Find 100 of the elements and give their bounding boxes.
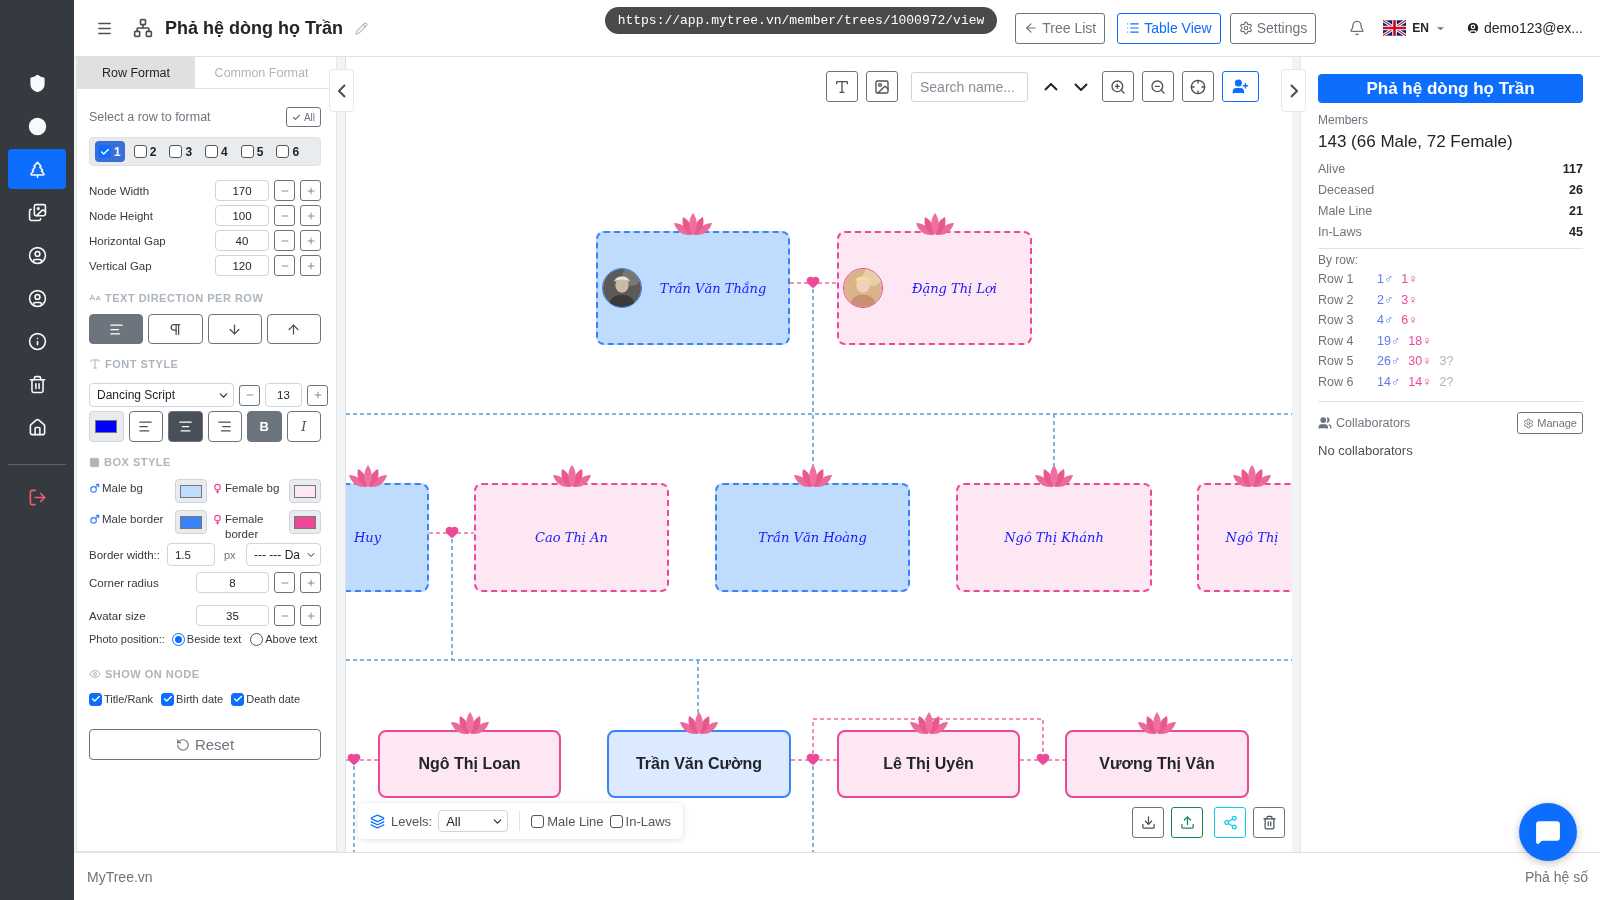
number-field[interactable]: 1.5 bbox=[166, 543, 215, 566]
decrease-button[interactable] bbox=[274, 605, 295, 626]
increase-button[interactable] bbox=[307, 384, 328, 406]
number-field[interactable]: 8 bbox=[196, 572, 269, 593]
view-button[interactable]: Table View bbox=[1117, 12, 1221, 44]
person-card[interactable]: Lê Thị Uyên bbox=[837, 730, 1020, 798]
text-button[interactable] bbox=[826, 71, 858, 102]
checkbox[interactable] bbox=[231, 692, 245, 706]
person-card[interactable]: Trần Văn Cường bbox=[607, 730, 791, 798]
person-card[interactable]: Trần Văn Thắng bbox=[596, 231, 790, 345]
align-button[interactable] bbox=[128, 411, 163, 442]
levels-label: Levels: bbox=[391, 813, 433, 829]
checkbox[interactable] bbox=[240, 145, 254, 158]
checkbox[interactable] bbox=[98, 145, 111, 158]
row-option[interactable]: 2 bbox=[130, 141, 161, 162]
next-button[interactable] bbox=[1074, 82, 1088, 91]
person-card[interactable]: Vương Thị Vân bbox=[1065, 730, 1249, 798]
border-style-select[interactable]: --- --- Da bbox=[246, 543, 321, 566]
checkbox[interactable] bbox=[531, 814, 545, 828]
person-card[interactable]: Ngô Thị Loan bbox=[378, 730, 561, 798]
radio-button[interactable] bbox=[250, 632, 264, 646]
decrease-button[interactable] bbox=[274, 572, 295, 593]
align-button[interactable] bbox=[207, 411, 242, 442]
lotus-icon bbox=[671, 211, 715, 237]
delete-button[interactable] bbox=[1253, 807, 1285, 838]
checkbox[interactable] bbox=[89, 692, 102, 706]
number-field[interactable]: 120 bbox=[215, 255, 269, 276]
person-card[interactable]: Đặng Thị Lợi bbox=[837, 231, 1032, 345]
increase-button[interactable] bbox=[300, 180, 321, 201]
person-card[interactable]: Cao Thị An bbox=[474, 483, 669, 592]
increase-button[interactable] bbox=[300, 572, 321, 593]
bell-icon[interactable] bbox=[1349, 20, 1366, 36]
search-field[interactable]: Search name... bbox=[911, 71, 1028, 102]
center-button[interactable] bbox=[1182, 71, 1214, 102]
download-button[interactable] bbox=[1132, 807, 1164, 838]
align-button[interactable] bbox=[168, 411, 203, 442]
row-option[interactable]: 5 bbox=[237, 141, 268, 162]
expand-button[interactable] bbox=[1281, 69, 1306, 112]
field-label: Horizontal Gap bbox=[89, 234, 167, 247]
text-direction-button[interactable] bbox=[207, 314, 262, 344]
zoom-in-button[interactable] bbox=[1102, 71, 1134, 102]
view-button[interactable]: Settings bbox=[1229, 12, 1317, 44]
checkbox[interactable] bbox=[169, 145, 183, 158]
language-button[interactable]: EN bbox=[1383, 20, 1446, 36]
increase-button[interactable] bbox=[300, 230, 321, 251]
male-icon bbox=[89, 483, 100, 494]
row-option[interactable]: 6 bbox=[273, 141, 304, 162]
font-select[interactable]: Dancing Script bbox=[89, 383, 234, 407]
number-field[interactable]: 35 bbox=[196, 605, 269, 626]
row-option[interactable]: 3 bbox=[166, 141, 197, 162]
panel-tab[interactable]: Row Format bbox=[77, 57, 195, 88]
decrease-button[interactable] bbox=[274, 180, 295, 201]
row-option[interactable]: 1 bbox=[95, 141, 125, 162]
decrease-button[interactable] bbox=[274, 255, 295, 276]
color-picker[interactable] bbox=[175, 479, 207, 503]
font-size-field[interactable]: 13 bbox=[265, 383, 302, 407]
checkbox[interactable] bbox=[161, 692, 175, 706]
heart-icon bbox=[806, 752, 820, 766]
number-field[interactable]: 170 bbox=[215, 180, 269, 201]
bold-button[interactable]: B bbox=[247, 411, 282, 442]
person-card[interactable]: Ngô Thị Khánh bbox=[956, 483, 1152, 592]
font-color-picker[interactable] bbox=[89, 411, 124, 442]
number-field[interactable]: 40 bbox=[215, 230, 269, 251]
text-direction-button[interactable] bbox=[89, 314, 144, 344]
row-option[interactable]: 4 bbox=[202, 141, 232, 162]
decrease-button[interactable] bbox=[239, 384, 260, 406]
levels-select[interactable]: All bbox=[438, 810, 509, 832]
url-tooltip: https://app.mytree.vn/member/trees/1000972/view bbox=[605, 6, 997, 34]
zoom-out-button[interactable] bbox=[1142, 71, 1174, 102]
upload-button[interactable] bbox=[1171, 807, 1203, 838]
color-picker[interactable] bbox=[289, 510, 321, 534]
reset-button[interactable]: Reset bbox=[89, 729, 321, 760]
number-field[interactable]: 100 bbox=[215, 205, 269, 226]
image-button[interactable] bbox=[866, 71, 898, 102]
plus-icon bbox=[305, 235, 316, 246]
select-all-button[interactable]: All bbox=[285, 107, 321, 127]
italic-button[interactable]: I bbox=[286, 411, 321, 442]
user-menu[interactable]: demo123@ex... bbox=[1465, 20, 1583, 36]
checkbox[interactable] bbox=[276, 145, 290, 158]
checkbox[interactable] bbox=[133, 145, 147, 158]
collapse-button[interactable] bbox=[329, 69, 354, 112]
increase-button[interactable] bbox=[300, 605, 321, 626]
radio-button[interactable] bbox=[171, 632, 185, 646]
increase-button[interactable] bbox=[300, 255, 321, 276]
previous-button[interactable] bbox=[1044, 82, 1058, 91]
color-picker[interactable] bbox=[175, 510, 207, 534]
manage-button[interactable]: Manage bbox=[1517, 412, 1583, 434]
person-card[interactable]: Huy bbox=[346, 483, 429, 592]
increase-button[interactable] bbox=[300, 205, 321, 226]
view-button[interactable]: Tree List bbox=[1015, 12, 1106, 44]
decrease-button[interactable] bbox=[274, 230, 295, 251]
color-picker[interactable] bbox=[289, 479, 321, 503]
checkbox[interactable] bbox=[609, 814, 623, 828]
text-direction-button[interactable] bbox=[266, 314, 321, 344]
text-direction-button[interactable] bbox=[148, 314, 203, 344]
person-card[interactable]: Ngô Thị bbox=[1197, 483, 1292, 592]
person-card[interactable]: Trần Văn Hoàng bbox=[715, 483, 910, 592]
checkbox[interactable] bbox=[205, 145, 219, 158]
add-person-button[interactable] bbox=[1222, 71, 1259, 102]
decrease-button[interactable] bbox=[274, 205, 295, 226]
